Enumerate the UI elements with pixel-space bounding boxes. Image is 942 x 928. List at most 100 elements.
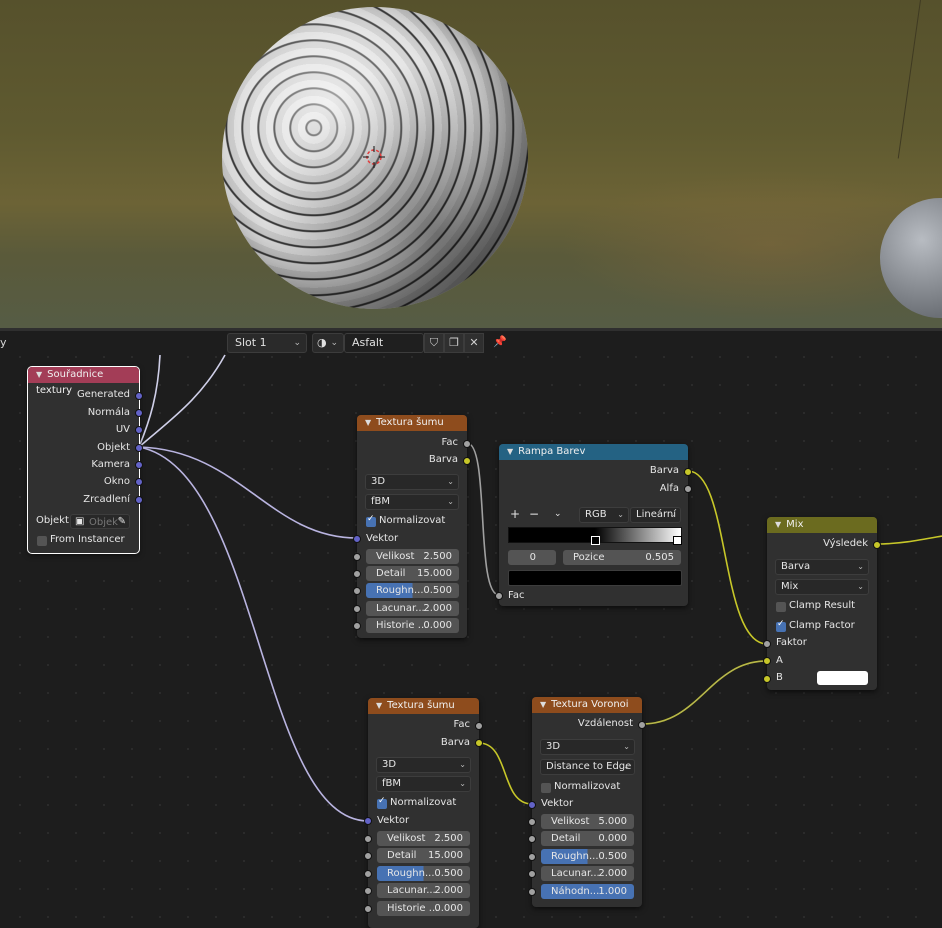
vector-input-socket[interactable] <box>353 535 361 543</box>
vector-input-socket[interactable] <box>528 801 536 809</box>
blend-mode-dropdown[interactable]: Mix ⌄ <box>775 579 869 595</box>
material-browse-button[interactable]: ◑ ⌄ <box>312 333 344 353</box>
collapse-arrow-icon[interactable]: ▼ <box>540 700 546 709</box>
node-header[interactable]: ▼ Textura šumu <box>357 415 467 431</box>
input-socket[interactable] <box>353 570 361 578</box>
factor-input-socket[interactable] <box>763 640 771 648</box>
node-header[interactable]: ▼ Textura šumu <box>368 698 479 714</box>
object-field[interactable]: ▣ Objek ✎ <box>70 514 130 529</box>
color-output-socket[interactable] <box>475 739 483 747</box>
node-noise-texture-1[interactable]: ▼ Textura šumu Fac Barva 3D ⌄ fBM ⌄ Normali… <box>353 415 471 638</box>
node-noise-texture-2[interactable]: ▼ Textura šumu Fac Barva 3D ⌄ fBM ⌄ Normali… <box>364 698 483 928</box>
output-socket[interactable] <box>135 478 143 486</box>
input-socket[interactable] <box>528 835 536 843</box>
node-texture-coordinate[interactable]: ▼ Souřadnice textury Generated Normála UV… <box>27 366 143 554</box>
node-header[interactable]: ▼ Souřadnice textury <box>28 367 139 396</box>
lacunarity-field[interactable]: Lacunar... 2.000 <box>366 601 459 616</box>
fac-input-socket[interactable] <box>495 592 503 600</box>
input-socket[interactable] <box>353 622 361 630</box>
interpolation-dropdown[interactable]: Lineární ⌄ <box>630 507 681 523</box>
node-mix[interactable]: ▼ Mix Výsledek Barva ⌄ Mix ⌄ Clamp Result C… <box>763 517 881 690</box>
roughness-field[interactable]: Roughn... 0.500 <box>541 849 634 864</box>
input-socket[interactable] <box>364 905 372 913</box>
dimension-dropdown[interactable]: 3D ⌄ <box>365 474 459 490</box>
b-color-swatch[interactable] <box>817 671 868 685</box>
input-socket[interactable] <box>353 587 361 595</box>
roughness-field[interactable]: Roughn... 0.500 <box>366 583 459 598</box>
output-socket[interactable] <box>135 409 143 417</box>
duplicate-icon[interactable]: ❐ <box>444 333 464 353</box>
output-socket[interactable] <box>135 426 143 434</box>
detail-field[interactable]: Detail 15.000 <box>377 848 470 863</box>
output-socket[interactable] <box>135 392 143 400</box>
from-instancer-checkbox[interactable] <box>37 536 47 546</box>
data-type-dropdown[interactable]: Barva ⌄ <box>775 559 869 575</box>
scale-field[interactable]: Velikost 2.500 <box>377 831 470 846</box>
fac-output-socket[interactable] <box>475 722 483 730</box>
normalize-checkbox[interactable] <box>377 796 387 809</box>
collapse-arrow-icon[interactable]: ▼ <box>775 520 781 529</box>
collapse-arrow-icon[interactable]: ▼ <box>507 447 513 456</box>
scale-field[interactable]: Velikost 5.000 <box>541 814 634 829</box>
slot-dropdown[interactable]: Slot 1 ⌄ <box>227 333 307 353</box>
clamp-factor-checkbox[interactable] <box>776 619 786 632</box>
output-socket[interactable] <box>135 496 143 504</box>
alpha-output-socket[interactable] <box>684 485 692 493</box>
remove-stop-button[interactable]: − <box>529 506 539 522</box>
pin-icon[interactable]: 📌 <box>490 333 510 353</box>
lacunarity-field[interactable]: Lacunar... 2.000 <box>541 866 634 881</box>
scale-field[interactable]: Velikost 2.500 <box>366 549 459 564</box>
material-name-field[interactable]: Asfalt <box>344 333 424 353</box>
color-mode-dropdown[interactable]: RGB ⌄ <box>579 507 629 523</box>
noise-type-dropdown[interactable]: fBM ⌄ <box>376 776 471 792</box>
roughness-field[interactable]: Roughn... 0.500 <box>377 866 470 881</box>
input-socket[interactable] <box>364 887 372 895</box>
input-socket[interactable] <box>364 870 372 878</box>
ramp-stop-black[interactable] <box>591 536 600 545</box>
unlink-close-icon[interactable]: ✕ <box>464 333 484 353</box>
collapse-arrow-icon[interactable]: ▼ <box>365 418 371 427</box>
input-socket[interactable] <box>528 818 536 826</box>
offset-field[interactable]: Historie ... 0.000 <box>377 901 470 916</box>
result-output-socket[interactable] <box>873 541 881 549</box>
dimension-dropdown[interactable]: 3D ⌄ <box>540 739 635 755</box>
input-socket[interactable] <box>364 852 372 860</box>
input-socket[interactable] <box>528 888 536 896</box>
eyedropper-icon[interactable]: ✎ <box>118 514 126 529</box>
output-socket[interactable] <box>135 444 143 452</box>
lacunarity-field[interactable]: Lacunar... 2.000 <box>377 883 470 898</box>
node-header[interactable]: ▼ Rampa Barev <box>499 444 688 460</box>
output-socket[interactable] <box>135 461 143 469</box>
offset-field[interactable]: Historie ... 0.000 <box>366 618 459 633</box>
feature-dropdown[interactable]: Distance to Edge ⌄ <box>540 759 635 775</box>
normalize-checkbox[interactable] <box>366 514 376 527</box>
randomness-field[interactable]: Náhodn... 1.000 <box>541 884 634 899</box>
a-input-socket[interactable] <box>763 657 771 665</box>
collapse-arrow-icon[interactable]: ▼ <box>376 701 382 710</box>
color-output-socket[interactable] <box>463 457 471 465</box>
detail-field[interactable]: Detail 0.000 <box>541 831 634 846</box>
normalize-checkbox[interactable] <box>541 783 551 793</box>
noise-type-dropdown[interactable]: fBM ⌄ <box>365 494 459 510</box>
input-socket[interactable] <box>353 605 361 613</box>
color-output-socket[interactable] <box>684 468 692 476</box>
input-socket[interactable] <box>528 853 536 861</box>
input-socket[interactable] <box>528 870 536 878</box>
distance-output-socket[interactable] <box>638 721 646 729</box>
stop-index-field[interactable]: 0 <box>508 550 556 565</box>
node-header[interactable]: ▼ Mix <box>767 517 877 533</box>
input-socket[interactable] <box>353 553 361 561</box>
3d-viewport[interactable] <box>0 0 942 328</box>
clamp-result-checkbox[interactable] <box>776 602 786 612</box>
detail-field[interactable]: Detail 15.000 <box>366 566 459 581</box>
node-color-ramp[interactable]: ▼ Rampa Barev Barva Alfa + − ⌄ RGB ⌄ Lineá… <box>495 444 692 606</box>
fake-user-shield-icon[interactable]: ⛉ <box>424 333 444 353</box>
ramp-menu-chevron-icon[interactable]: ⌄ <box>554 506 562 522</box>
stop-color-swatch[interactable] <box>508 570 682 586</box>
node-voronoi-texture[interactable]: ▼ Textura Voronoi Vzdálenost 3D ⌄ Distance… <box>528 697 646 907</box>
dimension-dropdown[interactable]: 3D ⌄ <box>376 757 471 773</box>
input-socket[interactable] <box>364 835 372 843</box>
ramp-stop-white[interactable] <box>673 536 682 545</box>
fac-output-socket[interactable] <box>463 440 471 448</box>
node-header[interactable]: ▼ Textura Voronoi <box>532 697 642 713</box>
